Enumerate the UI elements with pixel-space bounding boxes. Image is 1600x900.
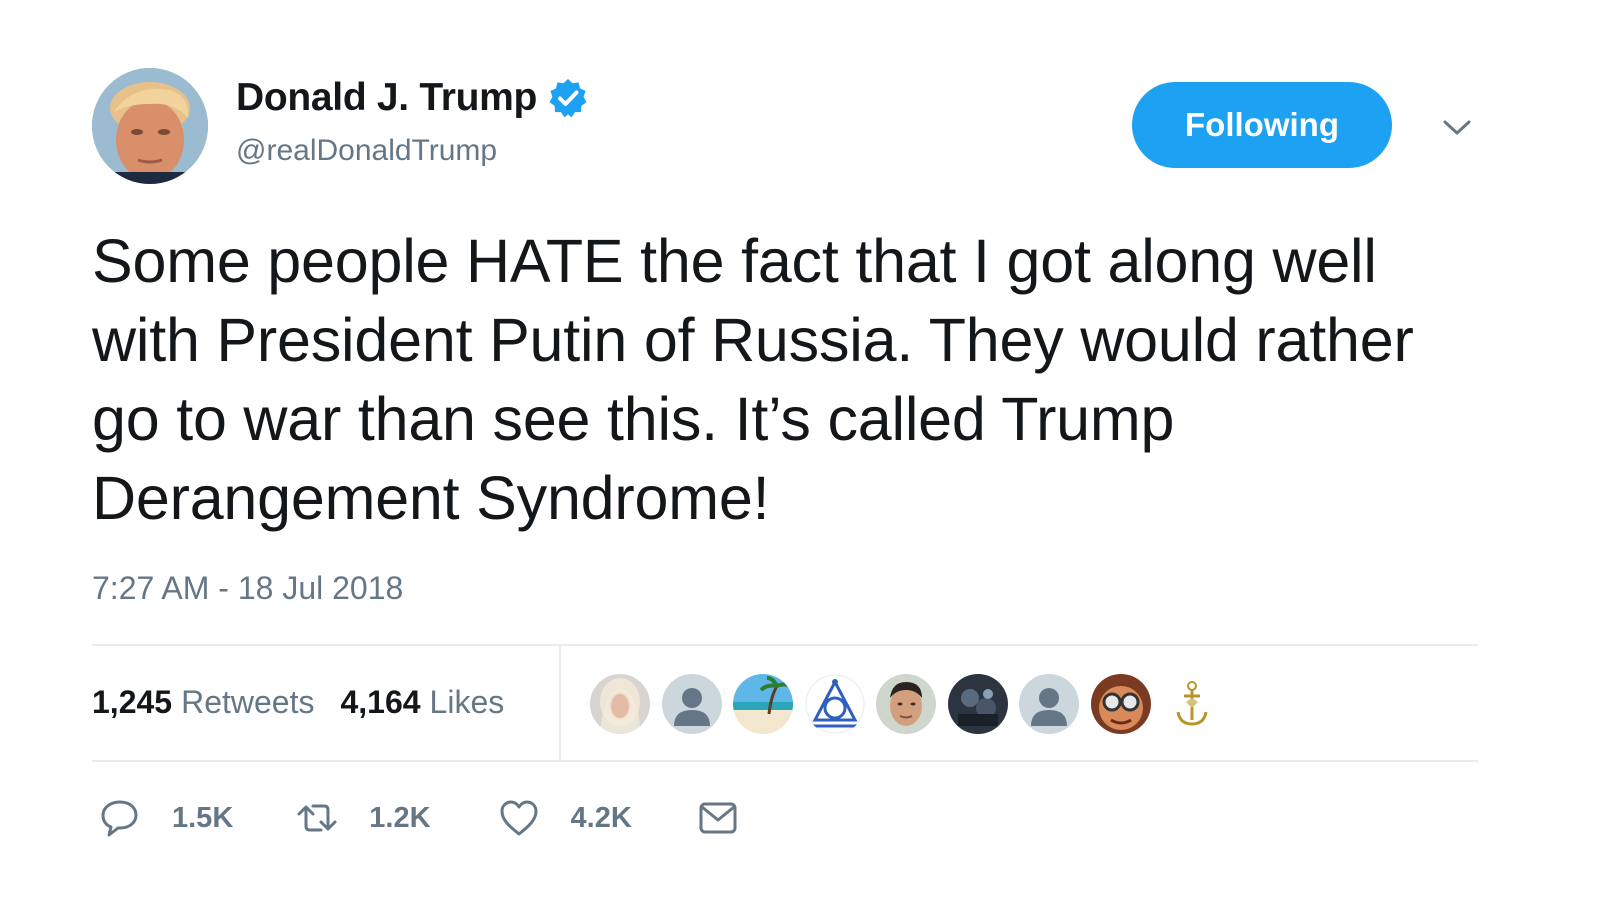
retweet-icon	[297, 804, 337, 832]
like-count: 4.2K	[570, 801, 632, 834]
profile-photo-icon	[92, 68, 208, 184]
retweets-stat[interactable]: 1,245 Retweets	[92, 684, 314, 721]
liker-avatar-anchor-emblem[interactable]	[1162, 674, 1222, 734]
likes-label: Likes	[429, 683, 505, 720]
author-name-row: Donald J. Trump	[236, 74, 589, 122]
chevron-down-icon[interactable]	[1440, 112, 1474, 142]
author-display-name[interactable]: Donald J. Trump	[236, 76, 537, 120]
direct-message-button[interactable]	[696, 796, 740, 840]
tweet-card: Donald J. Trump @realDonaldTrump Followi…	[92, 0, 1478, 900]
liker-avatar-dark-photo[interactable]	[947, 674, 1008, 734]
liker-avatars	[590, 673, 1234, 735]
liker-avatar-man[interactable]	[876, 674, 936, 734]
tweet-timestamp[interactable]: 7:27 AM - 18 Jul 2018	[92, 570, 403, 607]
heart-icon	[500, 800, 538, 836]
likes-count: 4,164	[340, 683, 421, 720]
author-handle[interactable]: @realDonaldTrump	[236, 134, 497, 168]
retweet-button[interactable]: 1.2K	[295, 796, 431, 840]
likes-stat[interactable]: 4,164 Likes	[340, 684, 504, 721]
like-button[interactable]: 4.2K	[497, 796, 632, 840]
liker-avatar-goggles[interactable]	[1090, 674, 1151, 734]
liker-avatar-beach[interactable]	[733, 674, 793, 734]
tweet-stats: 1,245 Retweets 4,164 Likes	[92, 680, 504, 724]
stats-divider-bottom	[92, 760, 1478, 762]
verified-badge-icon	[547, 77, 589, 119]
retweets-label: Retweets	[181, 683, 315, 720]
reply-button[interactable]: 1.5K	[98, 796, 233, 840]
envelope-icon	[699, 802, 737, 834]
liker-avatar-default[interactable]	[661, 674, 722, 734]
tweet-actions: 1.5K 1.2K 4.2K	[92, 792, 740, 844]
liker-avatar-blue-symbol[interactable]	[804, 674, 865, 734]
reply-icon	[101, 800, 138, 837]
stats-divider-top	[92, 644, 1478, 646]
liker-avatar-blonde-woman[interactable]	[590, 674, 650, 734]
stats-divider-vertical	[559, 646, 561, 760]
following-button[interactable]: Following	[1132, 82, 1392, 168]
retweets-count: 1,245	[92, 683, 173, 720]
liker-avatar-default[interactable]	[1019, 674, 1079, 734]
tweet-text: Some people HATE the fact that I got alo…	[92, 227, 1414, 532]
retweet-count: 1.2K	[369, 801, 431, 834]
reply-count: 1.5K	[172, 801, 234, 834]
author-avatar[interactable]	[92, 68, 208, 184]
